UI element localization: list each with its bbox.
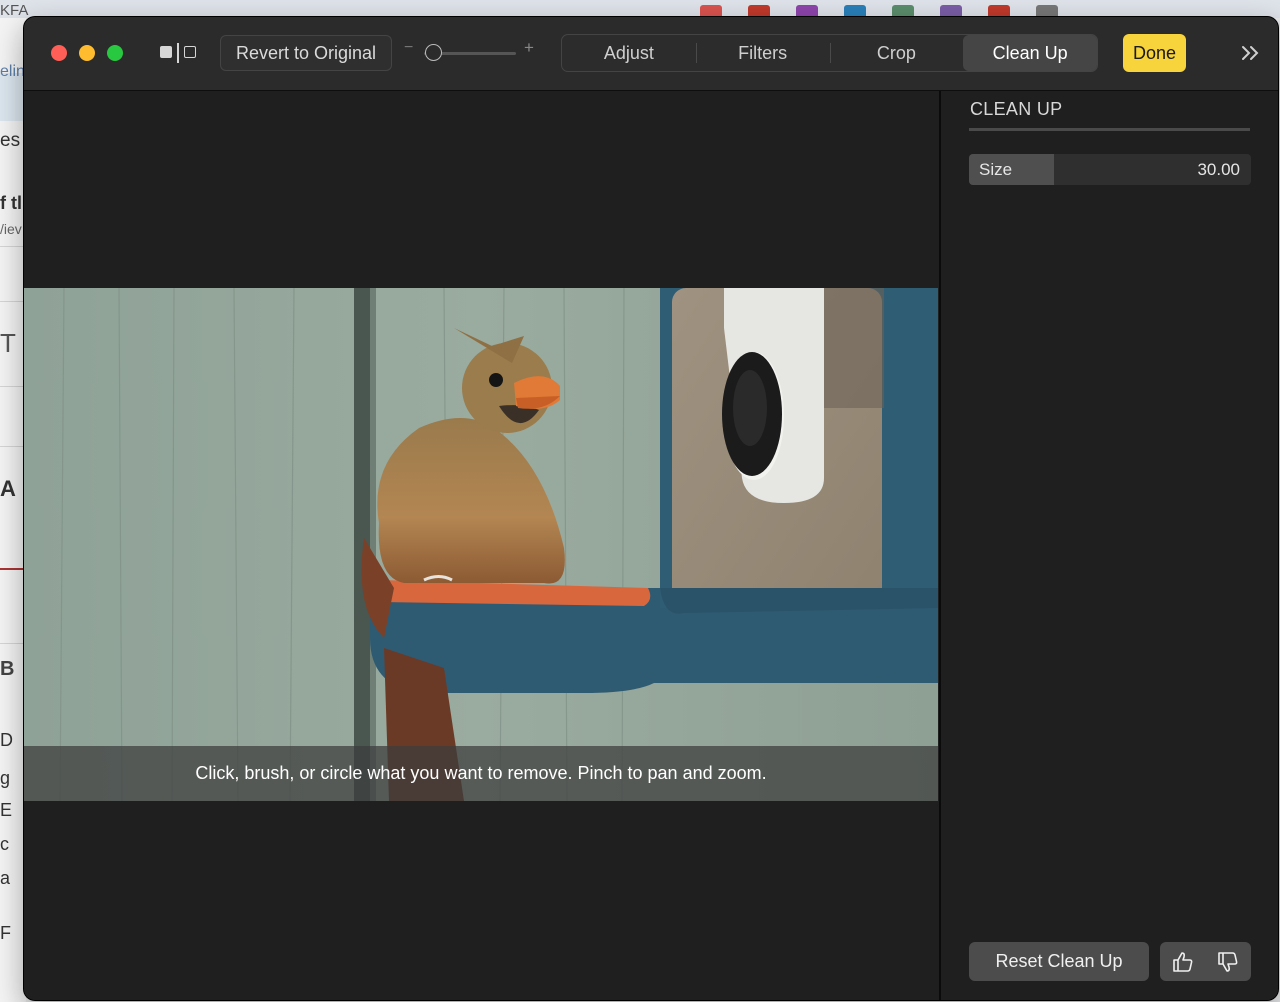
compare-split-icon[interactable] [160,43,198,63]
minimize-window-button[interactable] [79,45,95,61]
edit-mode-tabs: Adjust Filters Crop Clean Up [561,34,1098,72]
thumbs-up-button[interactable] [1160,942,1206,981]
background-text: D [0,730,13,750]
reset-clean-up-button[interactable]: Reset Clean Up [969,942,1149,981]
zoom-out-icon[interactable]: − [404,39,413,57]
zoom-window-button[interactable] [107,45,123,61]
thumbs-down-icon [1218,951,1238,972]
close-window-button[interactable] [51,45,67,61]
brush-size-label: Size [979,160,1013,179]
tab-clean-up[interactable]: Clean Up [963,35,1097,71]
toolbar: Revert to Original − + Adjust Filters Cr… [24,17,1278,91]
sidebar-title: CLEAN UP [970,99,1063,119]
background-text: F [0,923,11,943]
chevron-double-right-icon[interactable] [1240,43,1262,63]
background-text: T [0,328,16,358]
zoom-slider-knob[interactable] [425,44,442,61]
photos-editor-window: Revert to Original − + Adjust Filters Cr… [24,17,1278,1000]
background-text: f tl [0,193,22,213]
background-text: A [0,476,16,501]
cardinal-photo-image [24,288,938,801]
thumbs-up-icon [1172,951,1193,972]
background-text: a [0,868,11,888]
background-text: B [0,658,15,680]
clean-up-sidebar: CLEAN UP Size 30.00 Reset Clean Up [941,91,1278,1000]
zoom-in-icon[interactable]: + [524,38,534,58]
background-text: E [0,800,13,820]
sidebar-title-rule [969,128,1250,131]
tab-adjust[interactable]: Adjust [562,35,696,71]
revert-to-original-button[interactable]: Revert to Original [220,35,392,71]
tab-filters[interactable]: Filters [695,35,830,71]
background-text: g [0,768,11,788]
background-text: c [0,834,9,854]
done-button[interactable]: Done [1123,34,1186,72]
tab-crop[interactable]: Crop [829,35,964,71]
background-text: elin [0,63,25,80]
photo-canvas[interactable]: Click, brush, or circle what you want to… [24,91,938,1000]
background-text: /iev [0,221,22,237]
brush-size-value: 30.00 [1197,160,1240,179]
brush-size-slider[interactable]: Size 30.00 [969,154,1251,185]
edited-photo[interactable]: Click, brush, or circle what you want to… [24,288,938,801]
clean-up-hint: Click, brush, or circle what you want to… [24,746,938,801]
thumbs-down-button[interactable] [1206,942,1252,981]
background-text: es [0,130,21,151]
background-app-sidebar: elin es f tl /iev T A B D g E c a F [0,18,26,1002]
background-browser-bar: KFA [0,0,1280,19]
feedback-buttons [1160,942,1251,981]
